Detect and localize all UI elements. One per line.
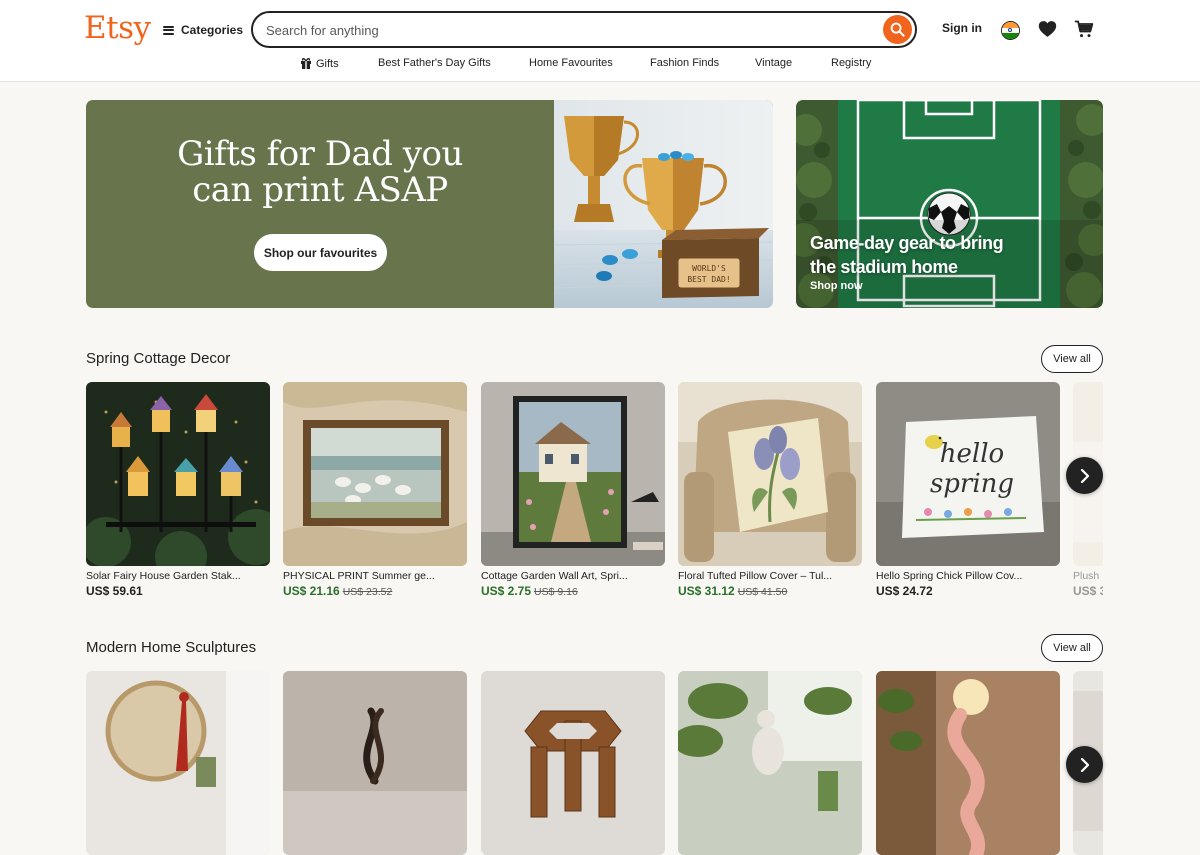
- product-image: [86, 671, 270, 855]
- chevron-right-icon: [1080, 757, 1089, 772]
- view-all-button-sculptures[interactable]: View all: [1041, 634, 1103, 662]
- product-card[interactable]: Floral Tufted Pillow Cover – Tul... US$ …: [678, 382, 862, 598]
- hero-banner-game-day[interactable]: Game-day gear to bring the stadium home …: [796, 100, 1103, 308]
- product-card[interactable]: [876, 671, 1060, 855]
- search-input[interactable]: [266, 20, 866, 40]
- product-image: [481, 671, 665, 855]
- search-icon: [890, 22, 905, 37]
- svg-text:hello: hello: [940, 439, 1004, 469]
- hero-title: Gifts for Dad you can print ASAP: [177, 134, 463, 210]
- category-nav: Gifts Best Father's Day Gifts Home Favou…: [0, 57, 1200, 73]
- cart-icon[interactable]: [1074, 19, 1094, 39]
- nav-vintage[interactable]: Vintage: [755, 57, 792, 69]
- product-card[interactable]: Solar Fairy House Garden Stak... US$ 59.…: [86, 382, 270, 598]
- nav-registry[interactable]: Registry: [831, 57, 871, 69]
- chevron-right-icon: [1080, 468, 1089, 483]
- india-flag-icon[interactable]: [1001, 21, 1020, 40]
- product-card[interactable]: PHYSICAL PRINT Summer ge... US$ 21.16 US$…: [283, 382, 467, 598]
- site-header: Etsy Categories Sign in: [0, 0, 1200, 82]
- product-image: [481, 382, 665, 566]
- product-price: US$ 3: [1073, 584, 1103, 598]
- etsy-logo[interactable]: Etsy: [84, 10, 151, 46]
- product-image: [86, 382, 270, 566]
- product-card[interactable]: [86, 671, 270, 855]
- search-button[interactable]: [883, 15, 912, 44]
- product-title: Hello Spring Chick Pillow Cov...: [876, 570, 1023, 582]
- nav-home-favourites[interactable]: Home Favourites: [529, 57, 613, 69]
- hero-banner-fathers-day[interactable]: Gifts for Dad you can print ASAP Shop ou…: [86, 100, 773, 308]
- product-image: [876, 671, 1060, 855]
- product-image: [678, 382, 862, 566]
- product-card[interactable]: [283, 671, 467, 855]
- product-price: US$ 59.61: [86, 584, 143, 598]
- carousel-next-button[interactable]: [1066, 457, 1103, 494]
- product-image: [678, 671, 862, 855]
- svg-text:spring: spring: [930, 469, 1014, 499]
- hamburger-icon: [163, 25, 174, 35]
- carousel-next-button[interactable]: [1066, 746, 1103, 783]
- svg-text:BEST DAD!: BEST DAD!: [687, 275, 730, 284]
- svg-text:WORLD'S: WORLD'S: [692, 264, 726, 273]
- product-title: Floral Tufted Pillow Cover – Tul...: [678, 570, 833, 582]
- product-price: US$ 2.75 US$ 9.16: [481, 584, 578, 598]
- product-card[interactable]: Cottage Garden Wall Art, Spri... US$ 2.7…: [481, 382, 665, 598]
- search-bar: [251, 11, 917, 48]
- product-image: [283, 671, 467, 855]
- product-title: Solar Fairy House Garden Stak...: [86, 570, 241, 582]
- product-price: US$ 31.12 US$ 41.50: [678, 584, 788, 598]
- product-image: hello spring: [876, 382, 1060, 566]
- product-card[interactable]: [678, 671, 862, 855]
- product-image: [283, 382, 467, 566]
- view-all-button-spring[interactable]: View all: [1041, 345, 1103, 373]
- nav-gifts[interactable]: Gifts: [300, 57, 339, 70]
- product-card[interactable]: hello spring Hello Spring Chick Pillow C…: [876, 382, 1060, 598]
- nav-fashion-finds[interactable]: Fashion Finds: [650, 57, 719, 69]
- product-title: PHYSICAL PRINT Summer ge...: [283, 570, 435, 582]
- product-title: Cottage Garden Wall Art, Spri...: [481, 570, 628, 582]
- section-title-modern-home-sculptures: Modern Home Sculptures: [86, 639, 257, 656]
- nav-best-fathers-day-gifts[interactable]: Best Father's Day Gifts: [378, 57, 491, 69]
- product-title: Plush: [1073, 570, 1100, 582]
- categories-button[interactable]: Categories: [163, 19, 243, 41]
- gift-icon: [301, 58, 311, 69]
- game-day-title: Game-day gear to bring the stadium home: [810, 233, 1004, 277]
- sign-in-link[interactable]: Sign in: [942, 21, 982, 35]
- heart-icon[interactable]: [1038, 20, 1057, 38]
- categories-label: Categories: [181, 23, 244, 37]
- product-price: US$ 21.16 US$ 23.52: [283, 584, 393, 598]
- shop-our-favourites-button[interactable]: Shop our favourites: [254, 234, 387, 271]
- product-card[interactable]: [481, 671, 665, 855]
- shop-now-link[interactable]: Shop now: [810, 280, 863, 292]
- product-price: US$ 24.72: [876, 584, 933, 598]
- paper-trophy-image: WORLD'S BEST DAD!: [554, 100, 773, 308]
- section-title-spring-cottage-decor: Spring Cottage Decor: [86, 350, 231, 367]
